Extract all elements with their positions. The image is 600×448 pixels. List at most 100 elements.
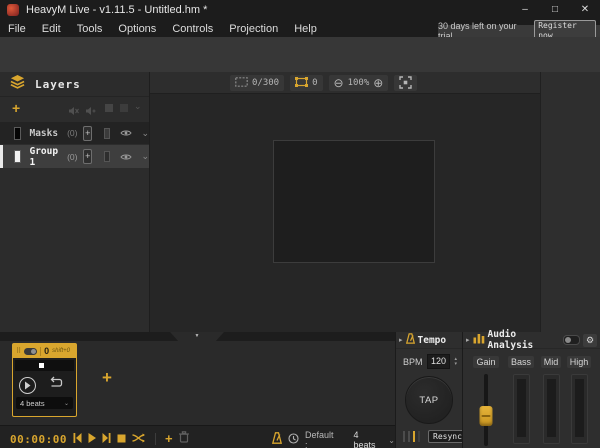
tempo-collapse-arrow-icon[interactable]: ▸ [399, 336, 403, 344]
sequence-card[interactable]: ⠿ 0 shift+0 4 beats ⌄ [12, 343, 77, 417]
collapse-sequences-tab[interactable]: ▼ [170, 332, 224, 341]
mute-all-icon[interactable] [68, 103, 79, 121]
zoom-in-button[interactable]: ⊕ [373, 76, 383, 90]
metronome-icon [272, 431, 282, 448]
mid-meter[interactable] [543, 374, 560, 444]
maximize-button[interactable]: □ [540, 0, 570, 20]
stop-icon[interactable] [117, 430, 126, 448]
skip-start-icon[interactable] [73, 430, 82, 448]
add-layer-button[interactable]: + [12, 100, 20, 116]
audio-collapse-arrow-icon[interactable]: ▸ [466, 336, 470, 344]
tempo-metronome-icon [406, 331, 415, 349]
canvas-toolbar: 0/300 0 ⊖ 100% ⊕ [150, 72, 540, 94]
audio-panel-title: Audio Analysis [488, 329, 560, 351]
sequence-timeline-strip[interactable] [15, 360, 74, 371]
sequence-play-button[interactable] [19, 377, 36, 394]
group1-blend-icon[interactable] [104, 151, 110, 162]
default-beats-label: Default : [305, 430, 334, 448]
layers-panel-header: Layers [0, 72, 149, 97]
gain-label: Gain [473, 356, 498, 368]
sequence-beats-dropdown[interactable]: 4 beats ⌄ [16, 397, 73, 409]
heavym-window: HeavyM Live - v1.11.5 - Untitled.hm * – … [0, 0, 600, 448]
beat-bar [418, 431, 420, 442]
masks-visibility-eye-icon[interactable] [120, 124, 132, 142]
high-meter[interactable] [571, 374, 588, 444]
sequence-position-marker[interactable] [39, 363, 44, 368]
selection-counter-group: 0 [290, 75, 322, 91]
group1-layer-count: (0) [67, 152, 77, 162]
add-shape-to-group-button[interactable]: + [83, 149, 91, 164]
layer-row-masks[interactable]: Masks (0) + ⌄ [0, 122, 149, 144]
audio-analysis-toggle[interactable] [563, 335, 580, 345]
zoom-out-button[interactable]: ⊖ [334, 76, 344, 90]
bpm-input[interactable]: 120 [427, 354, 451, 369]
mid-label: Mid [541, 356, 562, 368]
tap-tempo-button[interactable]: TAP [405, 376, 453, 424]
bass-meter[interactable] [513, 374, 530, 444]
layers-panel: Layers + ⌄ Masks (0) + ⌄ [0, 72, 150, 332]
masks-expand-chevron-icon[interactable]: ⌄ [141, 129, 149, 138]
menu-edit[interactable]: Edit [34, 23, 69, 35]
high-label: High [567, 356, 592, 368]
visibility-all-icon[interactable] [120, 104, 128, 112]
selection-rect-icon [295, 74, 308, 92]
default-beats-value[interactable]: 4 beats [354, 430, 379, 448]
menu-help[interactable]: Help [286, 23, 325, 35]
mask-counter-group: 0/300 [230, 75, 284, 91]
layers-actions-row: + ⌄ [0, 97, 149, 119]
window-title: HeavyM Live - v1.11.5 - Untitled.hm * [26, 4, 207, 16]
collapse-all-chevron-icon[interactable]: ⌄ [134, 102, 142, 111]
menu-tools[interactable]: Tools [69, 23, 111, 35]
add-sequence-button[interactable]: + [102, 368, 112, 388]
gain-slider-fader[interactable] [480, 406, 493, 426]
shuffle-icon[interactable] [132, 430, 146, 448]
sequence-header[interactable]: ⠿ 0 shift+0 [13, 344, 76, 358]
layer-row-group1[interactable]: Group 1 (0) + ⌄ [0, 145, 149, 168]
menu-controls[interactable]: Controls [164, 23, 221, 35]
gain-slider-column: Gain [471, 352, 501, 446]
delete-cue-trash-icon[interactable] [179, 430, 189, 448]
menu-options[interactable]: Options [110, 23, 164, 35]
beat-bar-active [413, 431, 415, 442]
masks-color-swatch[interactable] [14, 127, 21, 140]
drag-handle-icon[interactable]: ⠿ [16, 348, 21, 355]
masks-blend-icon[interactable] [104, 128, 110, 139]
projection-surface[interactable] [273, 140, 435, 263]
audio-settings-gear-button[interactable]: ⚙ [583, 334, 597, 347]
minimize-button[interactable]: – [510, 0, 540, 20]
effects-sidebar [540, 72, 600, 332]
sequence-number: 0 [44, 346, 49, 356]
beat-bar [403, 431, 405, 442]
default-beats-chevron-icon[interactable]: ⌄ [388, 436, 395, 445]
add-cue-button[interactable]: + [165, 433, 173, 445]
tempo-panel-title: Tempo [418, 335, 447, 346]
timecode-display: 00:00:00 [10, 433, 67, 446]
play-icon[interactable] [88, 430, 96, 448]
mask-counter-value: 0/300 [252, 78, 279, 88]
high-meter-column: High [564, 352, 594, 444]
close-button[interactable]: ✕ [570, 0, 600, 20]
group1-color-swatch[interactable] [14, 150, 21, 163]
skip-end-icon[interactable] [102, 430, 111, 448]
sequence-toggle[interactable] [24, 348, 37, 355]
add-mask-button[interactable]: + [83, 126, 91, 141]
fit-view-button[interactable] [394, 75, 417, 91]
sequence-loop-icon[interactable] [49, 376, 64, 394]
bass-meter-column: Bass [506, 352, 536, 444]
solo-all-icon[interactable] [85, 103, 96, 121]
menu-file[interactable]: File [0, 23, 34, 35]
beat-bar [408, 431, 410, 442]
group1-visibility-eye-icon[interactable] [120, 148, 132, 166]
selection-counter-value: 0 [312, 78, 317, 88]
sequence-hotkey: shift+0 [52, 348, 70, 354]
menu-projection[interactable]: Projection [221, 23, 286, 35]
layers-panel-title: Layers [35, 78, 81, 91]
beat-indicator: Resync [403, 430, 467, 443]
bpm-spinner[interactable]: ▴▾ [454, 357, 457, 366]
group1-expand-chevron-icon[interactable]: ⌄ [141, 152, 149, 161]
transport-bar: 00:00:00 + [0, 425, 395, 448]
title-bar: HeavyM Live - v1.11.5 - Untitled.hm * – … [0, 0, 600, 20]
blend-all-icon[interactable] [105, 104, 113, 112]
bass-label: Bass [508, 356, 534, 368]
zoom-controls: ⊖ 100% ⊕ [329, 75, 389, 91]
